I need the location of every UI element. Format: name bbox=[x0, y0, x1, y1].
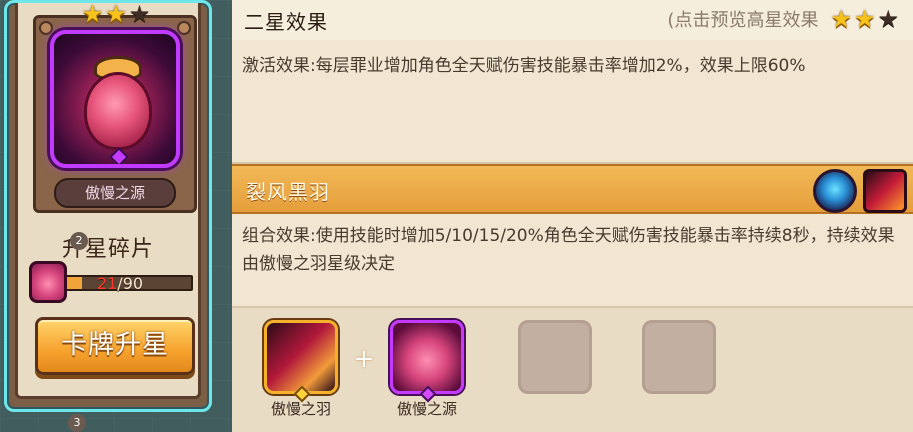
slot-label: 傲慢之羽 bbox=[270, 400, 331, 418]
combo-header: 裂风黑羽 bbox=[232, 164, 913, 214]
slot-empty[interactable] bbox=[518, 320, 592, 394]
effect-panel: 二星效果 (点击预览高星效果 ★ ★ ★ 激活效果:每层罪业增加角色全天赋伤害技… bbox=[232, 0, 913, 432]
shard-puzzle-icon bbox=[29, 261, 67, 303]
black-feather-icon[interactable] bbox=[863, 169, 907, 213]
star-empty-icon: ★ bbox=[128, 0, 151, 28]
star-filled-icon: ★ bbox=[853, 5, 876, 33]
pride-heart-icon bbox=[50, 30, 180, 168]
step-badge: 3 bbox=[68, 414, 86, 432]
activation-effect-box: 激活效果:每层罪业增加角色全天赋伤害技能暴击率增加2%，效果上限60% bbox=[232, 40, 913, 164]
slot-empty[interactable] bbox=[642, 320, 716, 394]
heart-body bbox=[84, 72, 152, 150]
shard-count: 21/90 bbox=[49, 274, 191, 293]
preview-star-rating: ★ ★ ★ bbox=[830, 7, 899, 31]
shard-total: 90 bbox=[122, 274, 144, 293]
purple-gem-icon bbox=[109, 147, 129, 164]
frame-bolt-icon bbox=[39, 21, 53, 35]
star-effect-title: 二星效果 bbox=[244, 10, 328, 34]
combo-effect-text: 组合效果:使用技能时增加5/10/15/20%角色全天赋伤害技能暴击率持续8秒，… bbox=[242, 226, 895, 274]
star-filled-icon: ★ bbox=[81, 0, 104, 28]
slot-pride-heart[interactable] bbox=[390, 320, 464, 394]
card-star-rating: ★ ★ ★ bbox=[71, 1, 161, 27]
combo-title: 裂风黑羽 bbox=[246, 180, 330, 204]
card-portrait-frame[interactable]: 傲慢之源 bbox=[33, 15, 197, 213]
frame-bolt-icon bbox=[177, 21, 191, 35]
eye-relic-icon[interactable] bbox=[813, 169, 857, 213]
card-upgrade-button[interactable]: 卡牌升星 bbox=[35, 317, 195, 375]
combo-effect-box: 组合效果:使用技能时增加5/10/15/20%角色全天赋伤害技能暴击率持续8秒，… bbox=[232, 214, 913, 308]
card-name: 傲慢之源 bbox=[54, 178, 176, 208]
plus-icon: + bbox=[353, 344, 375, 374]
slot-black-feather[interactable] bbox=[264, 320, 338, 394]
combo-card-slots: + 傲慢之羽 傲慢之源 bbox=[232, 308, 913, 432]
preview-hint-text: (点击预览高星效果 bbox=[667, 10, 819, 31]
card-panel: ★ ★ ★ 傲慢之源 升星碎片 21/90 卡牌升星 bbox=[4, 0, 212, 412]
preview-high-star-link[interactable]: (点击预览高星效果 ★ ★ ★ bbox=[667, 6, 899, 32]
star-filled-icon: ★ bbox=[105, 0, 127, 28]
shard-title: 升星碎片 bbox=[61, 237, 154, 262]
star-empty-icon: ★ bbox=[877, 5, 899, 33]
shard-progress-bar: 21/90 bbox=[47, 274, 193, 293]
shard-current: 21 bbox=[96, 274, 118, 293]
slot-label: 傲慢之源 bbox=[396, 400, 457, 418]
star-filled-icon: ★ bbox=[830, 5, 852, 33]
step-badge: 2 bbox=[70, 232, 88, 250]
panel-header: 二星效果 (点击预览高星效果 ★ ★ ★ bbox=[232, 0, 913, 40]
activation-effect-text: 激活效果:每层罪业增加角色全天赋伤害技能暴击率增加2%，效果上限60% bbox=[242, 56, 806, 76]
